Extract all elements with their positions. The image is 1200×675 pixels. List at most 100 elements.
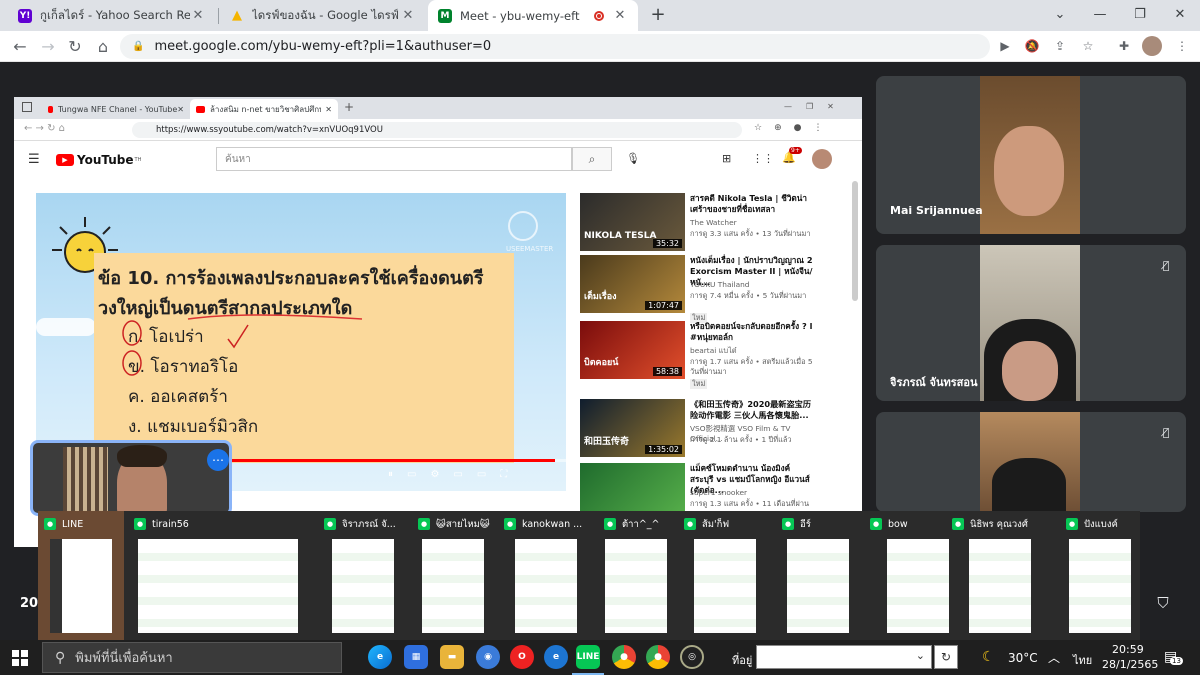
weather-moon-icon: ☾ <box>982 649 995 665</box>
taskbar-search-box[interactable]: ⚲ พิมพ์ที่นี่เพื่อค้นหา <box>42 642 342 673</box>
thumbnail-text: เต็มเรื่อง <box>584 292 617 302</box>
switcher-window-header: ● นิธิพร คุณวงศ์ <box>952 517 1028 531</box>
cloud-shape <box>36 318 96 336</box>
microphone-icon: 🎙 <box>626 152 640 165</box>
switcher-window[interactable]: ● ส้ม'ก็ฟ <box>678 511 772 641</box>
line-icon[interactable]: LINE <box>576 645 600 669</box>
switcher-window-title: ต้าา^_^ <box>622 518 660 530</box>
switcher-window-header: ● ต้าา^_^ <box>604 517 660 531</box>
switcher-window[interactable]: ● จิราภรณ์ จั... <box>318 511 408 641</box>
tab-google-drive[interactable]: ▲ ไดรฟ์ของฉัน - Google ไดรฟ์ ✕ <box>220 0 426 31</box>
switcher-window-preview <box>332 539 394 633</box>
close-icon[interactable]: ✕ <box>400 8 416 23</box>
bookmark-star-icon[interactable]: ☆ <box>1078 36 1098 56</box>
edge-icon[interactable]: e <box>368 645 392 669</box>
address-bar[interactable]: 🔒 meet.google.com/ybu-wemy-eft?pli=1&aut… <box>120 34 990 59</box>
more-options-icon[interactable]: ⋯ <box>207 449 229 471</box>
language-indicator[interactable]: ไทย <box>1073 651 1092 669</box>
tab-google-meet[interactable]: M Meet - ybu-wemy-eft ✕ <box>428 0 638 31</box>
close-window-button[interactable]: ✕ <box>1160 0 1200 28</box>
chrome-icon[interactable]: ● <box>612 645 636 669</box>
line-icon: ● <box>1066 518 1078 530</box>
switcher-window[interactable]: ● ต้าา^_^ <box>598 511 674 641</box>
taskbar-thumbnail-switcher: ● LINE ● tirain56 ● จิราภรณ์ จั... ● 😺สายไหม😺 ● k… <box>38 511 1140 641</box>
clock-time[interactable]: 20:59 <box>1112 643 1144 656</box>
browser-menu-icon[interactable]: ⋮ <box>1172 36 1192 56</box>
shared-browser-tabs: Tungwa NFE Chanel - YouTube ✕ ล้างสนิม n… <box>14 97 862 119</box>
browser-tab-strip: Y! กูเก็ลไดร์ - Yahoo Search Results Ya … <box>0 0 1200 31</box>
shared-tab-title: Tungwa NFE Chanel - YouTube <box>57 104 178 114</box>
windows-start-icon[interactable] <box>12 650 28 666</box>
address-toolbar-input[interactable]: ⌄ <box>756 645 932 669</box>
reload-icon[interactable]: ↻ <box>63 34 87 58</box>
switcher-window-title: จิราภรณ์ จั... <box>342 518 396 530</box>
close-icon[interactable]: ✕ <box>612 8 628 23</box>
home-icon[interactable]: ⌂ <box>91 34 115 58</box>
video-thumbnail: NIKOLA TESLA 35:32 <box>580 193 685 251</box>
participant-name: จิรภรณ์ จันทรสอน <box>890 376 978 389</box>
store-icon[interactable]: ▦ <box>404 645 428 669</box>
video-duration: 1:35:02 <box>645 445 682 454</box>
file-explorer-icon[interactable]: ▬ <box>440 645 464 669</box>
notification-badge: 9+ <box>789 147 802 154</box>
line-icon: ● <box>870 518 882 530</box>
switcher-window[interactable]: ● นิธิพร คุณวงศ์ <box>946 511 1054 641</box>
switcher-window-preview <box>515 539 577 633</box>
switcher-window[interactable]: ● ปังแบงค์ <box>1060 511 1140 641</box>
camera-icon[interactable]: ▶ <box>995 36 1015 56</box>
shared-tab: Tungwa NFE Chanel - YouTube ✕ <box>42 99 190 119</box>
switcher-window-title: 😺สายไหม😺 <box>436 518 490 530</box>
opera-icon[interactable]: O <box>510 645 534 669</box>
shared-tab-title: ล้างสนิม n-net ขายวิชาศิลปศึกษา เรียน <box>210 104 321 114</box>
teacher-video-tile: ⋯ <box>30 440 232 516</box>
chrome-profile-icon[interactable]: ● <box>646 645 670 669</box>
switcher-window[interactable]: ● LINE <box>38 511 124 641</box>
chromium-icon[interactable]: ◉ <box>476 645 500 669</box>
switcher-window[interactable]: ● อีร์ <box>776 511 860 641</box>
video-thumbnail: เต็มเรื่อง 1:07:47 <box>580 255 685 313</box>
extension-icons: ☆⊕●⋮ <box>754 123 835 133</box>
close-icon[interactable]: ✕ <box>190 8 206 23</box>
meet-clock: 20 <box>20 596 39 611</box>
new-tab-button[interactable]: + <box>648 4 668 26</box>
back-arrow-icon: ← → ↻ ⌂ <box>24 123 66 134</box>
minimize-button[interactable]: — <box>1080 0 1120 28</box>
new-badge: ใหม่ <box>690 379 708 389</box>
create-video-icon: ⊞ <box>722 152 732 165</box>
switcher-window-preview <box>694 539 756 633</box>
notification-count: 13 <box>1170 657 1183 665</box>
address-toolbar-label: ที่อยู่ <box>732 654 753 667</box>
line-icon: ● <box>504 518 516 530</box>
tab-yahoo-search[interactable]: Y! กูเก็ลไดร์ - Yahoo Search Results Ya … <box>8 0 216 31</box>
shield-icon[interactable]: ⛉ <box>1152 594 1174 616</box>
switcher-window-preview <box>50 539 112 633</box>
share-icon[interactable]: ⇪ <box>1050 36 1070 56</box>
tab-title: ไดรฟ์ของฉัน - Google ไดรฟ์ <box>252 7 399 22</box>
youtube-header: ☰ ▶ YouTube TH ค้นหา ⌕ 🎙 ⊞ ⋮⋮ 🔔 9+ <box>14 143 862 179</box>
url-text: meet.google.com/ybu-wemy-eft?pli=1&authu… <box>154 39 492 54</box>
youtube-icon <box>196 105 205 113</box>
video-meta: การดู 7.4 หมื่น ครั้ง • 5 วันที่ผ่านมา <box>690 291 807 300</box>
extensions-icon[interactable]: ✚ <box>1114 36 1134 56</box>
internet-explorer-icon[interactable]: e <box>544 645 568 669</box>
answer-circle-marks <box>122 320 249 376</box>
forward-arrow-icon[interactable]: → <box>36 34 60 58</box>
switcher-window[interactable]: ● tirain56 <box>128 511 308 641</box>
back-arrow-icon[interactable]: ← <box>8 34 32 58</box>
clock-date[interactable]: 28/1/2565 <box>1102 658 1158 671</box>
temperature[interactable]: 30°C <box>1008 651 1038 665</box>
switcher-window[interactable]: ● kanokwan ... <box>498 511 594 641</box>
teacher-hair <box>117 445 167 467</box>
switcher-window[interactable]: ● 😺สายไหม😺 <box>412 511 494 641</box>
app-icon[interactable]: ◎ <box>680 645 704 669</box>
maximize-button[interactable]: ❐ <box>1120 0 1160 28</box>
refresh-icon[interactable]: ↻ <box>934 645 958 669</box>
option-c: ค. ออเคสตร้า <box>128 387 228 407</box>
chevron-up-icon[interactable]: ︿ <box>1048 649 1060 666</box>
tab-search-chevron-icon[interactable]: ⌄ <box>1040 0 1080 28</box>
switcher-window-header: ● tirain56 <box>134 517 189 531</box>
profile-avatar[interactable] <box>1142 36 1162 56</box>
video-title: หรือบิตคอยน์จะกลับดอยอีกครั้ง ? l #หนุ่ย… <box>690 321 813 342</box>
mute-notifications-icon[interactable]: 🔕 <box>1022 36 1042 56</box>
switcher-window-preview <box>969 539 1031 633</box>
